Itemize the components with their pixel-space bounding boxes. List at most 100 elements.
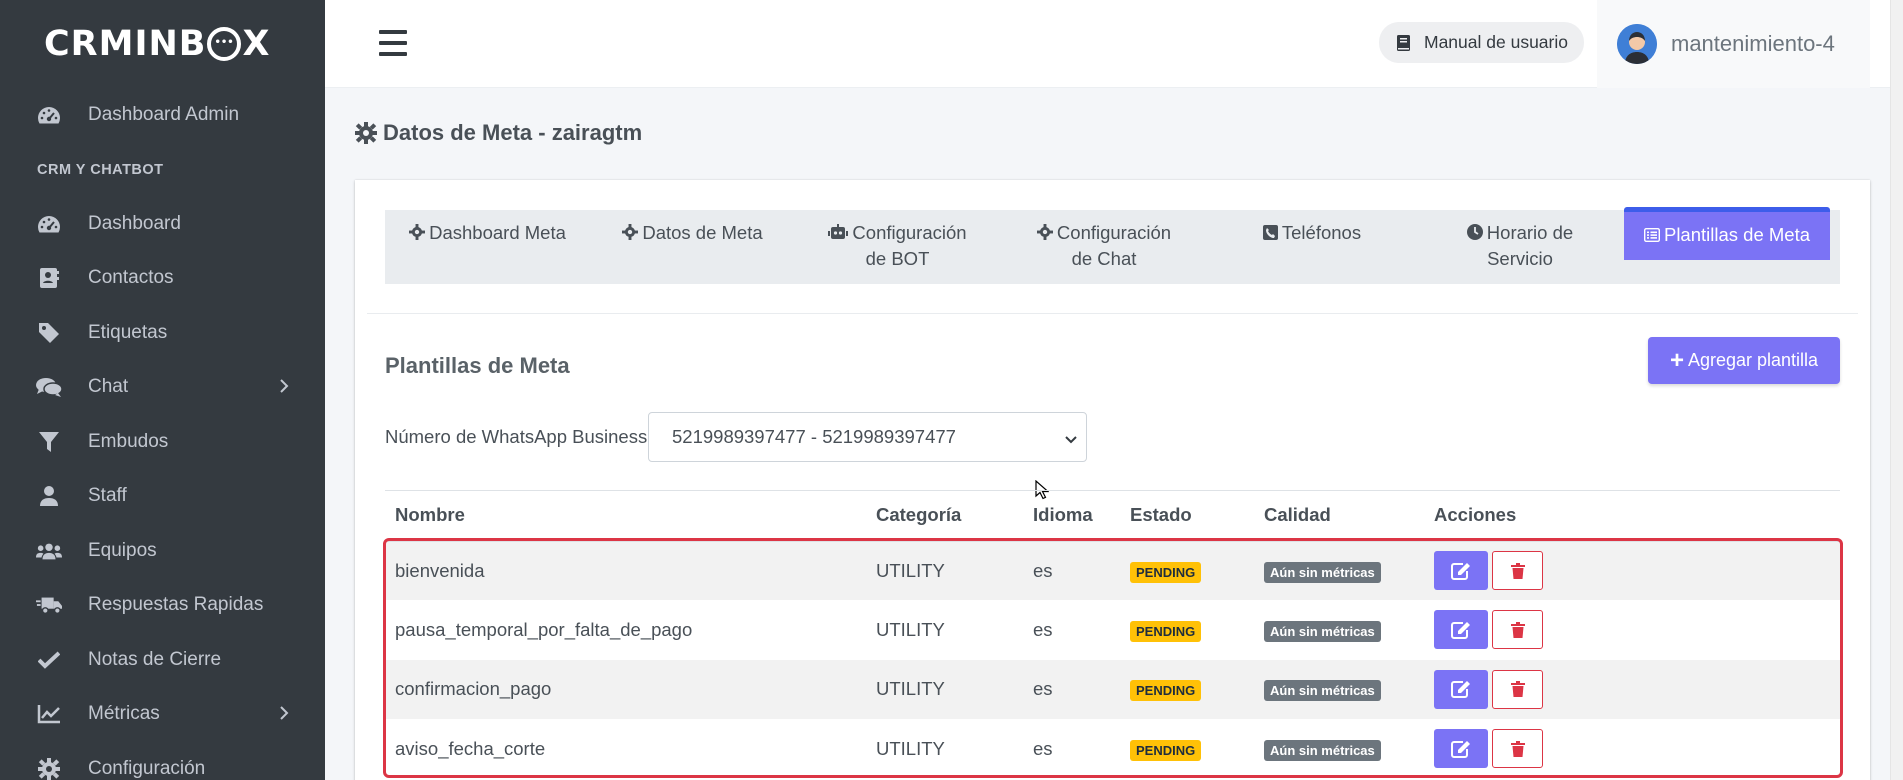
cell-actions	[1424, 540, 1840, 600]
column-header-estado[interactable]: Estado	[1120, 490, 1254, 542]
gear-icon	[1036, 224, 1053, 240]
tab-label: Configuración de BOT	[852, 222, 967, 269]
cell-name: aviso_fecha_corte	[395, 737, 546, 759]
gear-icon	[355, 122, 377, 144]
edit-icon	[1451, 740, 1470, 758]
page-title-text: Datos de Meta - zairagtm	[383, 120, 643, 145]
sidebar-item-notas-de-cierre[interactable]: Notas de Cierre	[0, 633, 325, 688]
edit-button[interactable]	[1434, 610, 1488, 650]
column-header-categoria[interactable]: Categoría	[866, 490, 1023, 542]
column-header-nombre[interactable]: Nombre	[385, 490, 866, 542]
cell-category: UTILITY	[866, 540, 1023, 600]
tab-configuracion-bot[interactable]: Configuración de BOT	[795, 210, 1000, 284]
tab-label: Dashboard Meta	[429, 222, 566, 243]
gear-icon	[622, 224, 639, 240]
sidebar-item-label: Contactos	[88, 267, 174, 289]
delete-button[interactable]	[1492, 610, 1543, 650]
tab-label: Teléfonos	[1281, 222, 1362, 243]
page-title: Datos de Meta - zairagtm	[355, 120, 642, 146]
tachometer-icon	[36, 214, 62, 234]
delete-button[interactable]	[1492, 669, 1543, 709]
whatsapp-number-select[interactable]: 5219989397477 - 5219989397477	[648, 412, 1087, 462]
add-template-button[interactable]: + Agregar plantilla	[1648, 337, 1840, 384]
robot-icon	[828, 224, 849, 240]
plus-icon: +	[1669, 346, 1684, 374]
truck-fast-icon	[36, 595, 62, 615]
sidebar-item-chat[interactable]: Chat	[0, 360, 325, 415]
user-manual-label: Manual de usuario	[1424, 32, 1568, 52]
sidebar-item-contactos[interactable]: Contactos	[0, 251, 325, 306]
tab-dashboard-meta[interactable]: Dashboard Meta	[385, 210, 590, 284]
cell-quality: Aún sin métricas	[1254, 719, 1424, 779]
page-scrollbar[interactable]	[1890, 0, 1903, 780]
cell-status: PENDING	[1120, 659, 1254, 719]
status-badge: PENDING	[1130, 561, 1202, 583]
tab-datos-de-meta[interactable]: Datos de Meta	[590, 210, 795, 284]
cell-status: PENDING	[1120, 540, 1254, 600]
tab-telefonos[interactable]: Teléfonos	[1208, 210, 1416, 284]
tab-label: Datos de Meta	[642, 222, 763, 243]
logo-text-right: X	[242, 24, 271, 64]
chevron-down-icon	[1064, 430, 1078, 452]
cell-language: es	[1033, 737, 1053, 759]
sidebar-item-etiquetas[interactable]: Etiquetas	[0, 306, 325, 361]
tab-horario-servicio[interactable]: Horario de Servicio	[1416, 210, 1624, 284]
logo-wordmark: CRMINB X	[44, 24, 270, 64]
clock-icon	[1466, 224, 1483, 240]
sidebar-section-header: CRM Y CHATBOT	[37, 161, 164, 178]
brand-logo[interactable]: CRMINB X	[0, 0, 325, 88]
cell-language: es	[1023, 659, 1120, 719]
sidebar-item-dashboard-admin[interactable]: Dashboard Admin	[0, 88, 325, 143]
sidebar-item-respuestas-rapidas[interactable]: Respuestas Rapidas	[0, 578, 325, 633]
sidebar-item-metricas[interactable]: Métricas	[0, 687, 325, 742]
delete-button[interactable]	[1492, 551, 1543, 591]
edit-button[interactable]	[1434, 669, 1488, 709]
tab-label: Horario de Servicio	[1486, 222, 1574, 269]
sidebar-item-equipos[interactable]: Equipos	[0, 524, 325, 579]
sidebar-item-embudos[interactable]: Embudos	[0, 415, 325, 470]
edit-icon	[1451, 621, 1470, 639]
user-menu[interactable]: mantenimiento-4	[1597, 0, 1870, 88]
cell-status: PENDING	[1120, 600, 1254, 660]
sidebar-item-dashboard[interactable]: Dashboard	[0, 197, 325, 252]
sidebar-item-staff[interactable]: Staff	[0, 469, 325, 524]
menu-toggle-icon[interactable]	[379, 30, 407, 56]
edit-button[interactable]	[1434, 729, 1488, 769]
status-badge: PENDING	[1130, 620, 1202, 642]
cell-name: pausa_temporal_por_falta_de_pago	[395, 618, 693, 640]
tab-plantillas-meta[interactable]: Plantillas de Meta	[1624, 207, 1830, 260]
sidebar-item-configuracion[interactable]: Configuración	[0, 742, 325, 780]
table-row: pausa_temporal_por_falta_de_pago UTILITY…	[385, 600, 1840, 660]
cell-category: UTILITY	[876, 737, 945, 759]
tab-configuracion-chat[interactable]: Configuración de Chat	[1000, 210, 1208, 284]
sidebar-item-label: Métricas	[88, 703, 160, 725]
logo-text-left: CRMINB	[44, 24, 207, 64]
add-template-label: Agregar plantilla	[1687, 350, 1819, 370]
sidebar-item-label: Embudos	[88, 430, 169, 452]
status-badge: PENDING	[1130, 739, 1202, 761]
section-title: Plantillas de Meta	[385, 353, 570, 378]
tab-bar: Dashboard Meta Datos de Meta Configuraci…	[385, 207, 1840, 284]
user-manual-button[interactable]: Manual de usuario	[1379, 22, 1584, 63]
sidebar-item-label: Chat	[88, 376, 129, 398]
cell-quality: Aún sin métricas	[1254, 659, 1424, 719]
column-header-acciones: Acciones	[1424, 490, 1840, 542]
column-header-idioma[interactable]: Idioma	[1023, 490, 1120, 542]
sidebar-item-label: Dashboard Admin	[88, 104, 240, 126]
edit-button[interactable]	[1434, 551, 1488, 591]
sidebar-item-label: Dashboard	[88, 212, 181, 234]
trash-icon	[1510, 681, 1525, 698]
tachometer-icon	[36, 105, 62, 125]
cell-name: confirmacion_pago	[385, 659, 866, 719]
book-icon	[1397, 34, 1410, 51]
chat-bubble-logo-icon	[207, 27, 242, 61]
column-header-calidad[interactable]: Calidad	[1254, 490, 1424, 542]
tab-label: Plantillas de Meta	[1663, 224, 1811, 245]
cell-language: es	[1033, 618, 1053, 640]
cell-language: es	[1023, 540, 1120, 600]
quality-badge: Aún sin métricas	[1264, 561, 1381, 583]
avatar	[1617, 24, 1657, 64]
chevron-right-icon	[279, 378, 289, 400]
delete-button[interactable]	[1492, 729, 1543, 769]
edit-icon	[1451, 681, 1470, 699]
